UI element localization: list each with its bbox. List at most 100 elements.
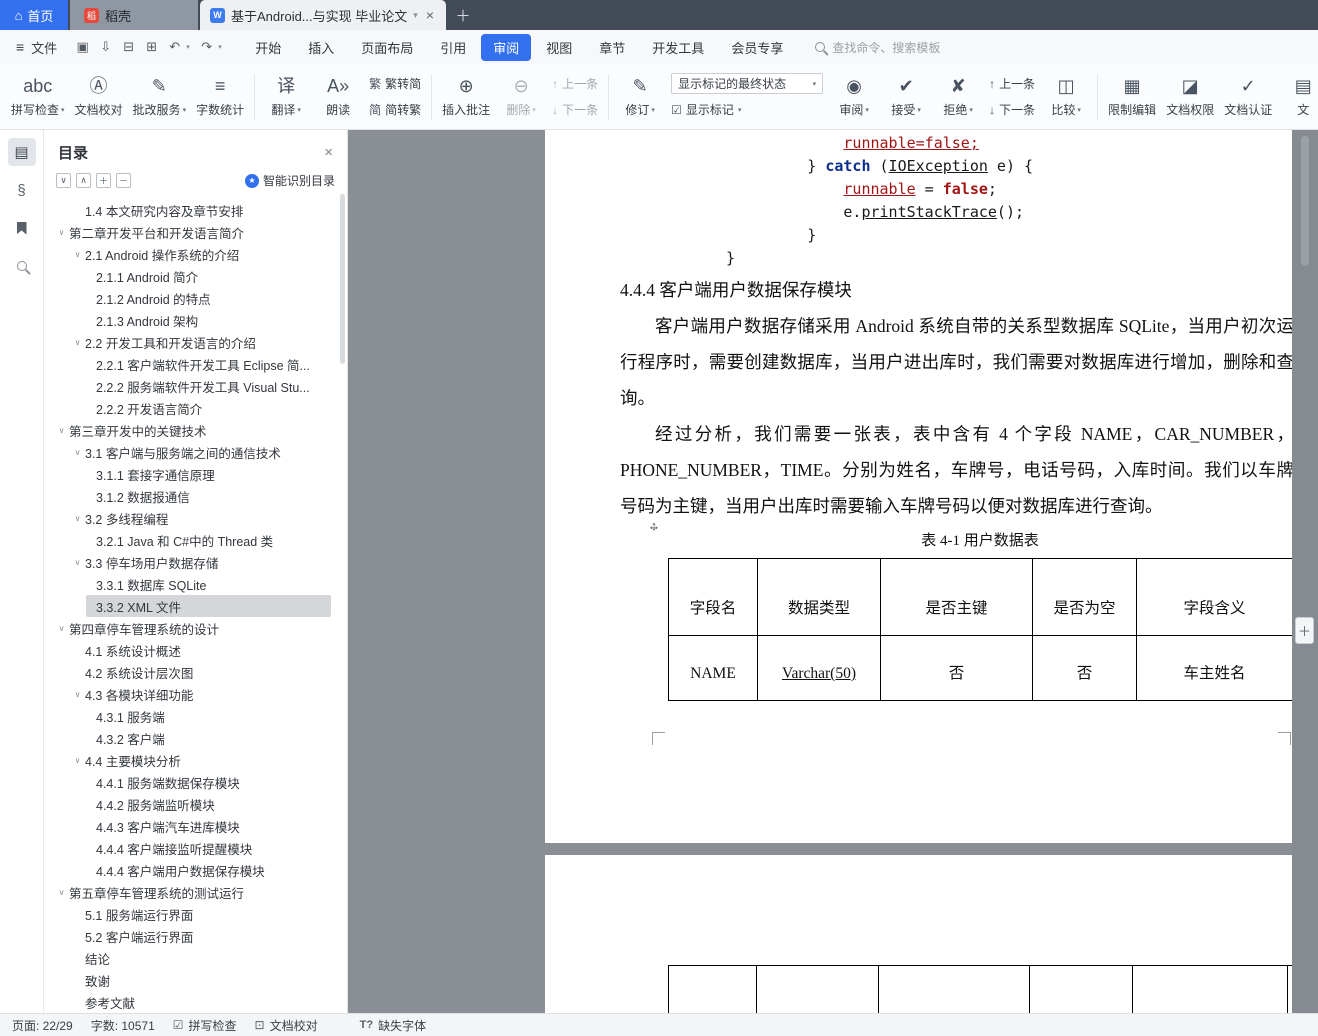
- toc-expand-all-button[interactable]: ∨: [56, 173, 71, 188]
- ribbon-doc-permission-button[interactable]: ◪ 文档权限: [1161, 68, 1219, 126]
- menu-tab[interactable]: 视图: [534, 34, 584, 61]
- ribbon-prev-comment-button[interactable]: ↑ 上一条: [552, 73, 598, 94]
- toc-zoom-out-button[interactable]: －: [116, 173, 131, 188]
- menu-tab[interactable]: 开始: [243, 34, 293, 61]
- doc-proof-status[interactable]: ⊡ 文档校对: [255, 1017, 318, 1034]
- toc-item[interactable]: 5.1 服务端运行界面: [70, 903, 331, 925]
- smart-toc-button[interactable]: ★ 智能识别目录: [244, 172, 335, 189]
- ribbon-show-markup-button[interactable]: ☑ 显示标记 ▾: [671, 99, 823, 120]
- save-button[interactable]: ▣: [71, 36, 94, 59]
- toc-item[interactable]: ∨ 3.2 多线程编程: [70, 507, 331, 529]
- toc-item[interactable]: 4.4.1 服务端数据保存模块: [86, 771, 331, 793]
- ribbon-clipped-button-button[interactable]: ▤ 文: [1277, 68, 1318, 126]
- toc-item[interactable]: ∨ 第五章停车管理系统的测试运行: [54, 881, 331, 903]
- toc-close-icon[interactable]: ×: [324, 144, 333, 161]
- spell-check-status[interactable]: ☑ 拼写检查: [173, 1017, 237, 1034]
- caret-down-icon[interactable]: ∨: [70, 756, 85, 765]
- menu-tab[interactable]: 会员专享: [719, 34, 795, 61]
- caret-down-icon[interactable]: ∨: [70, 250, 85, 259]
- ribbon-spell-check-button[interactable]: abc 拼写检查 ▾: [6, 68, 70, 126]
- word-count-indicator[interactable]: 字数: 10571: [91, 1017, 155, 1034]
- toc-zoom-in-button[interactable]: ＋: [96, 173, 111, 188]
- docer-tab[interactable]: 稻 稻壳: [70, 0, 198, 30]
- document-page[interactable]: runnable=false;} catch (IOException e) {…: [545, 130, 1318, 843]
- caret-down-icon[interactable]: ∨: [54, 228, 69, 237]
- toc-item[interactable]: ∨ 3.3 停车场用户数据存储: [70, 551, 331, 573]
- document-page-next[interactable]: [545, 855, 1318, 1013]
- ribbon-accept-button[interactable]: ✔ 接受 ▾: [880, 68, 932, 126]
- toc-item[interactable]: ∨ 第二章开发平台和开发语言简介: [54, 221, 331, 243]
- document-tab[interactable]: W 基于Android...与实现 毕业论文 ▾ ×: [200, 0, 446, 30]
- ribbon-simp-to-trad-button[interactable]: 简简转繁: [369, 99, 421, 120]
- toc-item[interactable]: 4.4.4 客户端接监听提醒模块: [86, 837, 331, 859]
- expand-panel-button[interactable]: ＋: [1295, 617, 1314, 644]
- ribbon-restrict-editing-button[interactable]: ▦ 限制编辑: [1103, 68, 1161, 126]
- ribbon-insert-comment-button[interactable]: ⊕ 插入批注: [437, 68, 495, 126]
- menu-tab[interactable]: 开发工具: [640, 34, 716, 61]
- export-button[interactable]: ⇩: [94, 36, 117, 59]
- toc-item[interactable]: 4.1 系统设计概述: [70, 639, 331, 661]
- ribbon-compare-button[interactable]: ◫ 比较 ▾: [1040, 68, 1092, 126]
- toc-item[interactable]: 3.3.1 数据库 SQLite: [86, 573, 331, 595]
- menu-tab[interactable]: 页面布局: [349, 34, 425, 61]
- ribbon-doc-authenticate-button[interactable]: ✓ 文档认证: [1219, 68, 1277, 126]
- toc-item[interactable]: ∨ 2.1 Android 操作系统的介绍: [70, 243, 331, 265]
- toc-item[interactable]: 4.2 系统设计层次图: [70, 661, 331, 683]
- new-tab-button[interactable]: ＋: [446, 0, 480, 30]
- toc-item[interactable]: 4.3.2 客户端: [86, 727, 331, 749]
- ribbon-reject-button[interactable]: ✘ 拒绝 ▾: [932, 68, 984, 126]
- toc-item[interactable]: 3.3.2 XML 文件: [86, 595, 331, 617]
- caret-down-icon[interactable]: ∨: [70, 338, 85, 347]
- home-tab[interactable]: ⌂ 首页: [0, 0, 68, 30]
- caret-down-icon[interactable]: ∨: [54, 624, 69, 633]
- toc-item[interactable]: 2.2.2 开发语言简介: [86, 397, 331, 419]
- toc-item[interactable]: 3.1.2 数据报通信: [86, 485, 331, 507]
- toc-pane-button[interactable]: ▤: [7, 138, 36, 166]
- caret-down-icon[interactable]: ∨: [70, 448, 85, 457]
- table-move-handle[interactable]: ↔ ↕: [645, 517, 663, 535]
- search-pane-button[interactable]: [8, 252, 36, 280]
- ribbon-next-change-button[interactable]: ↓ 下一条: [989, 99, 1035, 120]
- redo-dropdown-icon[interactable]: ▾: [218, 43, 227, 51]
- tab-more-icon[interactable]: ▾: [413, 10, 418, 21]
- redo-button[interactable]: ↷: [195, 36, 218, 59]
- page-indicator[interactable]: 页面: 22/29: [12, 1017, 73, 1034]
- print-preview-button[interactable]: ⊞: [140, 36, 163, 59]
- toc-item[interactable]: 3.2.1 Java 和 C#中的 Thread 类: [86, 529, 331, 551]
- toc-item[interactable]: ∨ 第四章停车管理系统的设计: [54, 617, 331, 639]
- caret-down-icon[interactable]: ∨: [70, 690, 85, 699]
- ribbon-translate-button[interactable]: 译翻译 ▾: [260, 68, 312, 126]
- toc-item[interactable]: 结论: [70, 947, 331, 969]
- caret-down-icon[interactable]: ∨: [70, 558, 85, 567]
- toc-item[interactable]: ∨ 4.3 各模块详细功能: [70, 683, 331, 705]
- menu-tab[interactable]: 引用: [428, 34, 478, 61]
- undo-dropdown-icon[interactable]: ▾: [186, 43, 195, 51]
- toc-item[interactable]: 1.4 本文研究内容及章节安排: [70, 199, 331, 221]
- ribbon-next-comment-button[interactable]: ↓ 下一条: [552, 99, 598, 120]
- toc-item[interactable]: 2.2.2 服务端软件开发工具 Visual Stu...: [86, 375, 331, 397]
- menu-tab[interactable]: 插入: [296, 34, 346, 61]
- toc-item[interactable]: 4.4.3 客户端汽车进库模块: [86, 815, 331, 837]
- vertical-scrollbar[interactable]: ＋: [1292, 130, 1318, 1013]
- bookmark-pane-button[interactable]: [8, 214, 36, 242]
- menu-tab[interactable]: 章节: [587, 34, 637, 61]
- menu-tab[interactable]: 审阅: [481, 33, 532, 61]
- toc-item[interactable]: ∨ 4.4 主要模块分析: [70, 749, 331, 771]
- toc-item[interactable]: 2.1.2 Android 的特点: [86, 287, 331, 309]
- ribbon-delete-comment-button[interactable]: ⊖ 删除 ▾: [495, 68, 547, 126]
- caret-down-icon[interactable]: ∨: [54, 426, 69, 435]
- toc-item[interactable]: 2.1.3 Android 架构: [86, 309, 331, 331]
- file-menu-button[interactable]: ≡ 文件: [10, 38, 63, 57]
- caret-down-icon[interactable]: ∨: [70, 514, 85, 523]
- chapter-pane-button[interactable]: §: [8, 176, 36, 204]
- ribbon-prev-change-button[interactable]: ↑ 上一条: [989, 73, 1035, 94]
- toc-item[interactable]: 4.3.1 服务端: [86, 705, 331, 727]
- toc-item[interactable]: 5.2 客户端运行界面: [70, 925, 331, 947]
- undo-button[interactable]: ↶: [163, 36, 186, 59]
- ribbon-doc-proofread-button[interactable]: Ⓐ 文档校对: [70, 68, 128, 126]
- command-search[interactable]: 查找命令、搜索模板: [815, 39, 940, 56]
- toc-scrollbar[interactable]: [340, 194, 345, 364]
- ribbon-word-count-button[interactable]: ≡ 字数统计: [191, 68, 249, 126]
- toc-item[interactable]: ∨ 第三章开发中的关键技术: [54, 419, 331, 441]
- tab-close-icon[interactable]: ×: [424, 7, 436, 23]
